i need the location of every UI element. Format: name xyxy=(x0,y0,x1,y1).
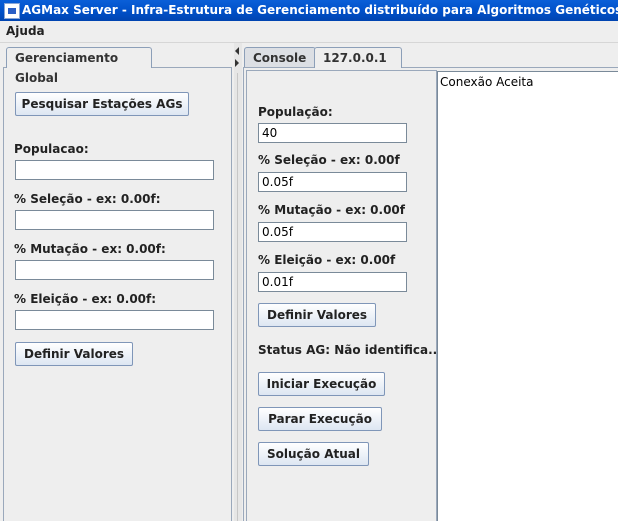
tab-station-127-0-0-1[interactable]: 127.0.0.1 xyxy=(314,47,402,68)
menu-bar: Ajuda xyxy=(0,21,618,43)
global-management-panel: Pesquisar Estações AGs Populacao: % Sele… xyxy=(3,67,232,521)
station-define-values-button[interactable]: Definir Valores xyxy=(258,303,376,327)
search-ag-stations-button[interactable]: Pesquisar Estações AGs xyxy=(15,92,189,116)
station-election-input[interactable] xyxy=(258,272,407,292)
population-label: Populacao: xyxy=(14,142,89,156)
tab-console[interactable]: Console xyxy=(244,47,316,68)
stop-execution-button[interactable]: Parar Execução xyxy=(258,407,382,431)
mutation-label: % Mutação - ex: 0.00f: xyxy=(14,242,166,256)
tab-global-management[interactable]: Gerenciamento Global xyxy=(6,47,152,85)
station-population-input[interactable] xyxy=(258,123,407,143)
station-pane: Console 127.0.0.1 População: % Seleção -… xyxy=(242,43,618,521)
expand-right-icon[interactable] xyxy=(235,59,239,67)
station-population-label: População: xyxy=(258,105,333,119)
election-label: % Eleição - ex: 0.00f: xyxy=(14,292,157,306)
ag-status-text: Status AG: Não identifica... xyxy=(258,343,442,357)
define-values-button[interactable]: Definir Valores xyxy=(15,342,133,366)
menu-help[interactable]: Ajuda xyxy=(6,24,45,38)
collapse-left-icon[interactable] xyxy=(235,47,239,55)
app-window: AGMax Server - Infra-Estrutura de Gerenc… xyxy=(0,0,618,521)
station-mutation-input[interactable] xyxy=(258,222,407,242)
log-text-area[interactable]: Conexão Aceita xyxy=(437,71,618,521)
station-selection-input[interactable] xyxy=(258,172,407,192)
station-selection-label: % Seleção - ex: 0.00f xyxy=(258,153,400,167)
split-pane-divider[interactable] xyxy=(234,43,242,521)
station-election-label: % Eleição - ex: 0.00f xyxy=(258,253,396,267)
station-controls: População: % Seleção - ex: 0.00f % Mutaç… xyxy=(246,70,442,521)
station-panel: População: % Seleção - ex: 0.00f % Mutaç… xyxy=(243,67,618,521)
population-input[interactable] xyxy=(15,160,214,180)
title-bar: AGMax Server - Infra-Estrutura de Gerenc… xyxy=(0,0,618,21)
start-execution-button[interactable]: Iniciar Execução xyxy=(258,372,385,396)
divider-grip xyxy=(237,73,238,521)
app-icon xyxy=(4,3,20,19)
selection-label: % Seleção - ex: 0.00f: xyxy=(14,192,161,206)
selection-input[interactable] xyxy=(15,210,214,230)
mutation-input[interactable] xyxy=(15,260,214,280)
election-input[interactable] xyxy=(15,310,214,330)
global-management-pane: Gerenciamento Global Pesquisar Estações … xyxy=(0,43,234,521)
station-mutation-label: % Mutação - ex: 0.00f xyxy=(258,203,405,217)
window-title: AGMax Server - Infra-Estrutura de Gerenc… xyxy=(22,3,618,17)
current-solution-button[interactable]: Solução Atual xyxy=(258,442,369,466)
